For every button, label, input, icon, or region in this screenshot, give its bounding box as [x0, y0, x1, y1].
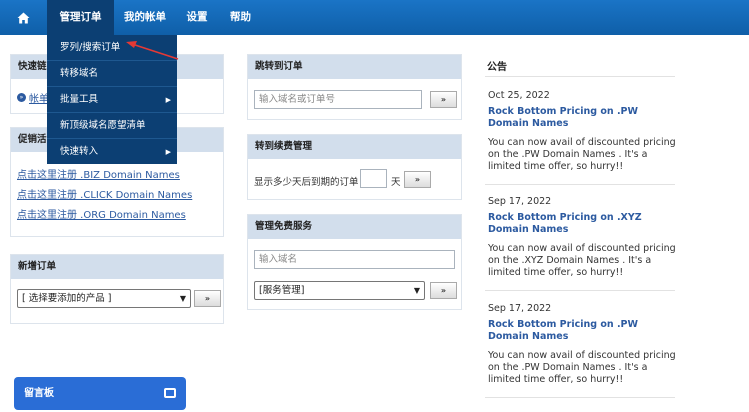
promo-link-click[interactable]: 点击这里注册 .CLICK Domain Names — [17, 186, 192, 201]
chevron-down-icon: ▼ — [413, 286, 420, 295]
nav-help[interactable]: 帮助 — [218, 0, 263, 35]
renewal-days-input[interactable] — [360, 169, 387, 188]
renewal-panel: 转到续费管理 显示多少天后到期的订单 天 » — [247, 134, 462, 200]
menu-item-label: 新顶级域名愿望清单 — [60, 120, 146, 131]
nav-my-billing[interactable]: 我的帐单 — [114, 0, 176, 35]
menu-item-label: 罗列/搜索订单 — [60, 42, 121, 53]
chevron-right-icon: ▶ — [165, 96, 171, 104]
announcement-body: You can now avail of discounted pricing … — [488, 137, 676, 172]
free-service-domain-input[interactable]: 输入域名 — [254, 250, 455, 269]
renewal-days-unit: 天 — [391, 177, 401, 188]
promo-link-org[interactable]: 点击这里注册 .ORG Domain Names — [17, 206, 186, 221]
announcement-headline[interactable]: Rock Bottom Pricing on .PW Domain Names — [488, 319, 678, 343]
nav-settings[interactable]: 设置 — [176, 0, 218, 35]
home-icon — [17, 12, 30, 23]
announcement-headline[interactable]: Rock Bottom Pricing on .XYZ Domain Names — [488, 212, 678, 236]
home-button[interactable] — [0, 0, 47, 35]
announcement-date: Sep 17, 2022 — [488, 303, 552, 314]
menu-item-label: 转移域名 — [60, 68, 99, 79]
divider — [485, 290, 675, 291]
quick-link-billing[interactable]: 帐单 — [29, 90, 49, 105]
announcement-date: Sep 17, 2022 — [488, 196, 552, 207]
new-order-title: 新增订单 — [11, 255, 223, 279]
message-board-widget[interactable]: 留言板 — [14, 377, 186, 410]
divider — [485, 397, 675, 398]
divider — [485, 76, 675, 77]
order-search-input[interactable]: 输入域名或订单号 — [254, 90, 422, 109]
new-order-go-button[interactable]: » — [194, 290, 221, 307]
menu-new-tld-wishlist[interactable]: 新顶级域名愿望清单 — [47, 113, 177, 139]
renewal-go-button[interactable]: » — [404, 171, 431, 188]
circle-arrow-icon: » — [17, 93, 26, 102]
menu-item-label: 批量工具 — [60, 94, 99, 105]
menu-transfer-domain[interactable]: 转移域名 — [47, 61, 177, 87]
product-select-value: [ 选择要添加的产品 ] — [22, 293, 112, 304]
renewal-title: 转到续费管理 — [248, 135, 461, 159]
jump-to-order-panel: 跳转到订单 输入域名或订单号 » — [247, 54, 462, 120]
renewal-days-label: 显示多少天后到期的订单 — [254, 177, 359, 188]
divider — [485, 184, 675, 185]
free-services-panel: 管理免费服务 输入域名 [服务管理] ▼ » — [247, 214, 462, 310]
new-order-panel: 新增订单 [ 选择要添加的产品 ] ▼ » — [10, 254, 224, 324]
service-select[interactable]: [服务管理] ▼ — [254, 281, 425, 300]
message-board-label: 留言板 — [24, 388, 54, 399]
announcement-body: You can now avail of discounted pricing … — [488, 350, 676, 385]
chevron-down-icon: ▼ — [179, 294, 186, 303]
free-services-title: 管理免费服务 — [248, 215, 461, 239]
nav-manage-orders[interactable]: 管理订单 — [47, 0, 114, 35]
free-services-go-button[interactable]: » — [430, 282, 457, 299]
jump-to-order-title: 跳转到订单 — [248, 55, 461, 79]
expand-icon — [164, 388, 176, 398]
announcement-headline[interactable]: Rock Bottom Pricing on .PW Domain Names — [488, 106, 678, 130]
menu-bulk-tools[interactable]: 批量工具 ▶ — [47, 87, 177, 113]
menu-quick-transfer-in[interactable]: 快速转入 ▶ — [47, 139, 177, 165]
top-nav-bar: 管理订单 我的帐单 设置 帮助 — [0, 0, 749, 35]
product-select[interactable]: [ 选择要添加的产品 ] ▼ — [17, 289, 191, 308]
chevron-right-icon: ▶ — [165, 148, 171, 156]
menu-item-label: 快速转入 — [60, 146, 99, 157]
red-arrow-icon — [126, 41, 179, 60]
service-select-value: [服务管理] — [259, 285, 305, 296]
promo-link-biz[interactable]: 点击这里注册 .BIZ Domain Names — [17, 166, 180, 181]
announcements-title: 公告 — [487, 62, 507, 73]
announcement-date: Oct 25, 2022 — [488, 90, 550, 101]
jump-order-go-button[interactable]: » — [430, 91, 457, 108]
announcement-body: You can now avail of discounted pricing … — [488, 243, 676, 278]
